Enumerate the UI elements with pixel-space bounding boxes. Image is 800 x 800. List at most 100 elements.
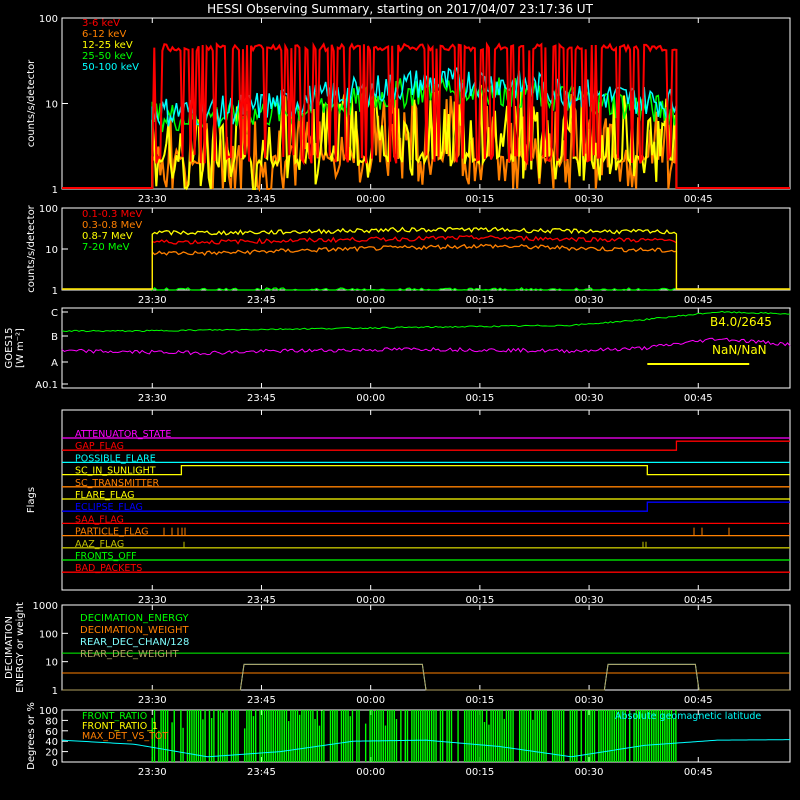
- x-tick-label: 00:30: [575, 295, 604, 306]
- goes-annotation: NaN/NaN: [712, 343, 767, 357]
- x-tick-label: 23:45: [247, 194, 276, 205]
- flag-label: FLARE_FLAG: [75, 490, 135, 501]
- x-tick-label: 23:30: [138, 295, 167, 306]
- x-tick-label: 00:00: [356, 595, 385, 606]
- y-tick-label: 1000: [33, 601, 58, 612]
- y-tick-label: C: [51, 308, 58, 319]
- x-tick-label: 23:45: [247, 695, 276, 706]
- y-tick-label: 20: [45, 748, 58, 759]
- goes-annotation: B4.0/2645: [710, 315, 772, 329]
- flag-label: AAZ_FLAG: [75, 539, 124, 550]
- x-tick-label: 00:30: [575, 767, 604, 778]
- x-tick-label: 00:30: [575, 393, 604, 404]
- y-tick-label: 0: [52, 758, 58, 769]
- x-tick-label: 23:30: [138, 767, 167, 778]
- x-tick-label: 00:45: [684, 194, 713, 205]
- y-tick-label: 1: [52, 286, 58, 297]
- panel-3: 23:30 23:45 00:00 00:15 00:30 00:45 A0.1 A B C GOE…: [4, 307, 791, 404]
- y-tick-label: 10: [45, 658, 58, 669]
- legend-entry: MAX_DET_VS_TOT: [82, 731, 168, 742]
- panel-1: 23:30 23:45 00:00 00:15 00:30 00:45 1 10 100 coun…: [26, 14, 791, 205]
- y-tick-label: 80: [45, 716, 58, 727]
- series-line-0.3-0.8 MeV: [62, 243, 790, 290]
- flag-label: ATTENUATOR_STATE: [75, 429, 171, 440]
- panel-frame: [61, 307, 791, 389]
- flag-label: FRONTS_OFF: [75, 551, 137, 562]
- x-tick-label: 23:45: [247, 295, 276, 306]
- flag-label: SAA_FLAG: [75, 514, 124, 525]
- y-axis-label: counts/s/detector: [26, 59, 37, 147]
- hessi-summary-chart: HESSI Observing Summary, starting on 201…: [4, 2, 791, 778]
- legend-entry: 3-6 keV: [82, 18, 120, 29]
- y-tick-label: 60: [45, 727, 58, 738]
- y-axis-label-2: [W m⁻²]: [15, 328, 26, 368]
- flag-line: [62, 501, 790, 512]
- x-tick-label: 00:45: [684, 393, 713, 404]
- x-tick-label: 00:15: [465, 295, 494, 306]
- y-axis-label: counts/s/detector: [26, 204, 37, 292]
- series-line-0.1-0.3 MeV: [62, 234, 790, 290]
- legend-entry: 0.8-7 MeV: [82, 231, 133, 242]
- x-tick-label: 23:30: [138, 595, 167, 606]
- flag-label: PARTICLE_FLAG: [75, 527, 148, 538]
- flag-line: [62, 440, 790, 451]
- y-axis-label: DECIMATION: [4, 616, 15, 679]
- y-axis-label: Degrees or %: [26, 702, 37, 770]
- series-line-GOES short: [61, 337, 791, 356]
- flag-label: BAD_PACKETS: [75, 563, 142, 574]
- legend-entry: REAR_DEC_WEIGHT: [80, 649, 179, 660]
- legend-entry: DECIMATION_ENERGY: [80, 613, 189, 624]
- flag-label: POSSIBLE_FLARE: [75, 453, 156, 464]
- x-tick-label: 00:15: [465, 595, 494, 606]
- y-tick-label: 40: [45, 737, 58, 748]
- series-line-GOES long: [61, 310, 791, 333]
- y-axis-label-2: ENERGY or weight: [15, 602, 26, 693]
- x-tick-label: 00:00: [356, 295, 385, 306]
- legend-entry: REAR_DEC_CHAN/128: [80, 637, 189, 648]
- x-tick-label: 23:30: [138, 393, 167, 404]
- x-tick-label: 00:00: [356, 194, 385, 205]
- y-tick-label: A0.1: [35, 380, 58, 391]
- y-tick-label: 1: [52, 185, 58, 196]
- y-tick-label: 100: [39, 204, 58, 215]
- flag-line: [62, 464, 790, 476]
- x-tick-label: 00:00: [356, 393, 385, 404]
- x-tick-label: 00:30: [575, 194, 604, 205]
- x-tick-label: 00:15: [465, 695, 494, 706]
- flag-label: GAP_FLAG: [75, 441, 124, 452]
- panel-5: 23:30 23:45 00:00 00:15 00:30 00:45 1 10 100 1000…: [4, 601, 791, 706]
- y-tick-label: 10: [45, 100, 58, 111]
- x-tick-label: 00:15: [465, 194, 494, 205]
- chart-title: HESSI Observing Summary, starting on 201…: [207, 2, 593, 16]
- y-tick-label: 100: [39, 706, 58, 717]
- legend-entry: 0.3-0.8 MeV: [82, 220, 142, 231]
- legend-entry: 12-25 keV: [82, 40, 133, 51]
- x-tick-label: 00:45: [684, 295, 713, 306]
- legend-entry: 0.1-0.3 MeV: [82, 209, 142, 220]
- latitude-annotation: Absolute geomagnetic latitude: [615, 711, 761, 722]
- x-tick-label: 00:30: [575, 595, 604, 606]
- x-tick-label: 23:45: [247, 767, 276, 778]
- y-tick-label: 1: [52, 686, 58, 697]
- x-tick-label: 00:00: [356, 695, 385, 706]
- x-tick-label: 00:00: [356, 767, 385, 778]
- series-line-REAR_DEC_CHAN/128: [62, 663, 790, 691]
- x-tick-label: 23:45: [247, 393, 276, 404]
- y-tick-label: 10: [45, 245, 58, 256]
- x-tick-label: 23:30: [138, 695, 167, 706]
- legend-entry: 7-20 MeV: [82, 242, 130, 253]
- flag-label: SC_IN_SUNLIGHT: [75, 466, 156, 477]
- x-tick-label: 00:45: [684, 595, 713, 606]
- x-tick-label: 00:45: [684, 695, 713, 706]
- y-tick-label: 100: [39, 629, 58, 640]
- legend-entry: 6-12 keV: [82, 29, 126, 40]
- panel-4: 23:30 23:45 00:00 00:15 00:30 00:45 Flags ATTEN…: [26, 409, 791, 606]
- legend-entry: DECIMATION_WEIGHT: [80, 625, 189, 636]
- legend-entry: 25-50 keV: [82, 51, 133, 62]
- series-line-REAR_DEC_WEIGHT: [62, 663, 790, 691]
- latitude-line: [61, 739, 791, 758]
- flag-label: SC_TRANSMITTER: [75, 478, 160, 489]
- legend-entry: 50-100 keV: [82, 62, 139, 73]
- x-tick-label: 00:45: [684, 767, 713, 778]
- x-tick-label: 23:30: [138, 194, 167, 205]
